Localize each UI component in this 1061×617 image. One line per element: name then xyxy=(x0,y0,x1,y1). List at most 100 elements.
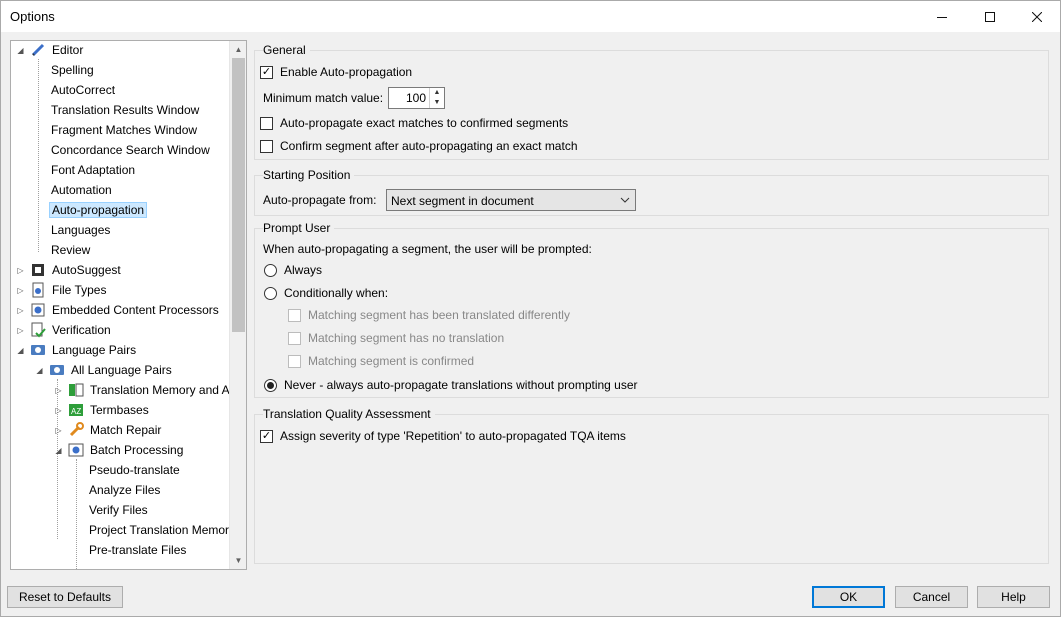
expand-icon[interactable]: ▷ xyxy=(54,426,63,435)
checkbox-unchecked-icon[interactable] xyxy=(260,116,273,130)
tree-item-pre-translate-files[interactable]: Pre-translate Files xyxy=(87,540,188,560)
expand-icon[interactable]: ▷ xyxy=(16,286,25,295)
expand-icon[interactable]: ▷ xyxy=(16,266,25,275)
tree-scrollbar[interactable]: ▲ ▼ xyxy=(229,41,246,569)
tree-item-file-types[interactable]: ▷ File Types xyxy=(16,280,108,300)
confirm-segment-checkbox[interactable]: Confirm segment after auto-propagating a… xyxy=(260,139,578,153)
tree-item-translation-results-window[interactable]: Translation Results Window xyxy=(49,100,201,120)
tqa-assign-checkbox[interactable]: ✓ Assign severity of type 'Repetition' t… xyxy=(260,429,626,443)
stepper-down-icon[interactable]: ▼ xyxy=(430,98,444,108)
cond-no-translation-checkbox: Matching segment has no translation xyxy=(288,331,504,345)
tree-item-automation[interactable]: Automation xyxy=(49,180,114,200)
tree-item-language-pairs[interactable]: ◢ Language Pairs xyxy=(16,340,138,360)
stepper-arrows[interactable]: ▲ ▼ xyxy=(429,88,444,108)
svg-text:AZ: AZ xyxy=(71,407,81,416)
ok-button[interactable]: OK xyxy=(812,586,885,608)
checkbox-disabled-icon xyxy=(288,354,301,368)
tree-item-autosuggest[interactable]: ▷ AutoSuggest xyxy=(16,260,123,280)
tree-item-all-language-pairs[interactable]: ◢ All Language Pairs xyxy=(35,360,174,380)
auto-propagate-from-select[interactable]: Next segment in document xyxy=(386,189,636,211)
tree-item-verify-files[interactable]: Verify Files xyxy=(87,500,150,520)
options-window: Options ◢ Editor Spelling AutoCorrect Tr… xyxy=(0,0,1061,617)
checkbox-checked-icon[interactable]: ✓ xyxy=(260,65,273,79)
exact-matches-checkbox[interactable]: Auto-propagate exact matches to confirme… xyxy=(260,116,568,130)
chevron-down-icon xyxy=(620,193,630,210)
tree-item-concordance-search-window[interactable]: Concordance Search Window xyxy=(49,140,212,160)
minimize-icon xyxy=(937,16,947,18)
tree-item-fragment-matches-window[interactable]: Fragment Matches Window xyxy=(49,120,199,140)
minimize-button[interactable] xyxy=(919,1,965,32)
minimum-match-label: Minimum match value: xyxy=(263,91,384,105)
tree-item-languages[interactable]: Languages xyxy=(49,220,112,240)
general-title: General xyxy=(263,43,310,57)
wrench-icon xyxy=(68,422,84,438)
tree-connector xyxy=(76,459,77,569)
translation-memory-icon xyxy=(68,382,84,398)
reset-to-defaults-button[interactable]: Reset to Defaults xyxy=(7,586,123,608)
tqa-title: Translation Quality Assessment xyxy=(263,407,435,421)
auto-propagate-from-label: Auto-propagate from: xyxy=(263,193,377,207)
collapse-icon[interactable]: ◢ xyxy=(35,366,44,375)
expand-icon[interactable]: ▷ xyxy=(16,306,25,315)
maximize-button[interactable] xyxy=(967,1,1013,32)
radio-unselected-icon[interactable] xyxy=(264,263,277,277)
tree-item-match-repair[interactable]: ▷ Match Repair xyxy=(54,420,163,440)
title-bar: Options xyxy=(1,1,1060,32)
expand-icon[interactable]: ▷ xyxy=(16,326,25,335)
radio-conditionally[interactable]: Conditionally when: xyxy=(264,286,388,300)
close-button[interactable] xyxy=(1014,1,1060,32)
window-title: Options xyxy=(10,9,55,24)
language-pair-icon xyxy=(49,362,65,378)
tree-item-auto-propagation[interactable]: Auto-propagation xyxy=(49,200,148,220)
tree-item-translation-memory[interactable]: ▷ Translation Memory and A xyxy=(54,380,232,400)
enable-auto-propagation-checkbox[interactable]: ✓ Enable Auto-propagation xyxy=(260,65,412,79)
scroll-down-icon[interactable]: ▼ xyxy=(230,552,246,569)
checkbox-checked-icon[interactable]: ✓ xyxy=(260,429,273,443)
cancel-button[interactable]: Cancel xyxy=(895,586,968,608)
tree-item-font-adaptation[interactable]: Font Adaptation xyxy=(49,160,137,180)
autosuggest-icon xyxy=(30,262,46,278)
radio-never[interactable]: Never - always auto-propagate translatio… xyxy=(264,378,638,392)
tree-item-analyze-files[interactable]: Analyze Files xyxy=(87,480,162,500)
tree-item-review[interactable]: Review xyxy=(49,240,92,260)
cond-translated-differently-checkbox: Matching segment has been translated dif… xyxy=(288,308,570,322)
gear-icon xyxy=(30,302,46,318)
collapse-icon[interactable]: ◢ xyxy=(54,446,63,455)
starting-position-title: Starting Position xyxy=(263,168,355,182)
scroll-up-icon[interactable]: ▲ xyxy=(230,41,246,58)
tree-item-verification[interactable]: ▷ Verification xyxy=(16,320,113,340)
scrollbar-thumb[interactable] xyxy=(232,58,245,332)
radio-unselected-icon[interactable] xyxy=(264,286,277,300)
verification-icon xyxy=(30,322,46,338)
tree-item-project-translation-memories[interactable]: Project Translation Memori xyxy=(87,520,234,540)
collapse-icon[interactable]: ◢ xyxy=(16,346,25,355)
minimum-match-stepper[interactable]: 100 ▲ ▼ xyxy=(388,87,445,109)
termbase-icon: AZ xyxy=(68,402,84,418)
collapse-icon[interactable]: ◢ xyxy=(16,46,25,55)
close-icon xyxy=(1032,11,1042,22)
checkbox-disabled-icon xyxy=(288,308,301,322)
file-gear-icon xyxy=(30,282,46,298)
tree-item-pseudo-translate[interactable]: Pseudo-translate xyxy=(87,460,182,480)
tree-item-autocorrect[interactable]: AutoCorrect xyxy=(49,80,117,100)
tree-item-spelling[interactable]: Spelling xyxy=(49,60,96,80)
tree-item-batch-processing[interactable]: ◢ Batch Processing xyxy=(54,440,185,460)
cond-confirmed-checkbox: Matching segment is confirmed xyxy=(288,354,474,368)
help-button[interactable]: Help xyxy=(977,586,1050,608)
radio-selected-icon[interactable] xyxy=(264,378,277,392)
prompt-description: When auto-propagating a segment, the use… xyxy=(263,242,592,256)
language-pair-icon xyxy=(30,342,46,358)
pencil-icon xyxy=(30,42,46,58)
tree-item-termbases[interactable]: ▷ AZ Termbases xyxy=(54,400,151,420)
tree-item-embedded-content-processors[interactable]: ▷ Embedded Content Processors xyxy=(16,300,221,320)
tree-item-editor[interactable]: ◢ Editor xyxy=(16,41,85,60)
stepper-up-icon[interactable]: ▲ xyxy=(430,88,444,98)
radio-always[interactable]: Always xyxy=(264,263,322,277)
checkbox-disabled-icon xyxy=(288,331,301,345)
options-tree[interactable]: ◢ Editor Spelling AutoCorrect Translatio… xyxy=(10,40,247,570)
expand-icon[interactable]: ▷ xyxy=(54,406,63,415)
maximize-icon xyxy=(985,11,995,22)
expand-icon[interactable]: ▷ xyxy=(54,386,63,395)
prompt-user-title: Prompt User xyxy=(263,221,335,235)
checkbox-unchecked-icon[interactable] xyxy=(260,139,273,153)
